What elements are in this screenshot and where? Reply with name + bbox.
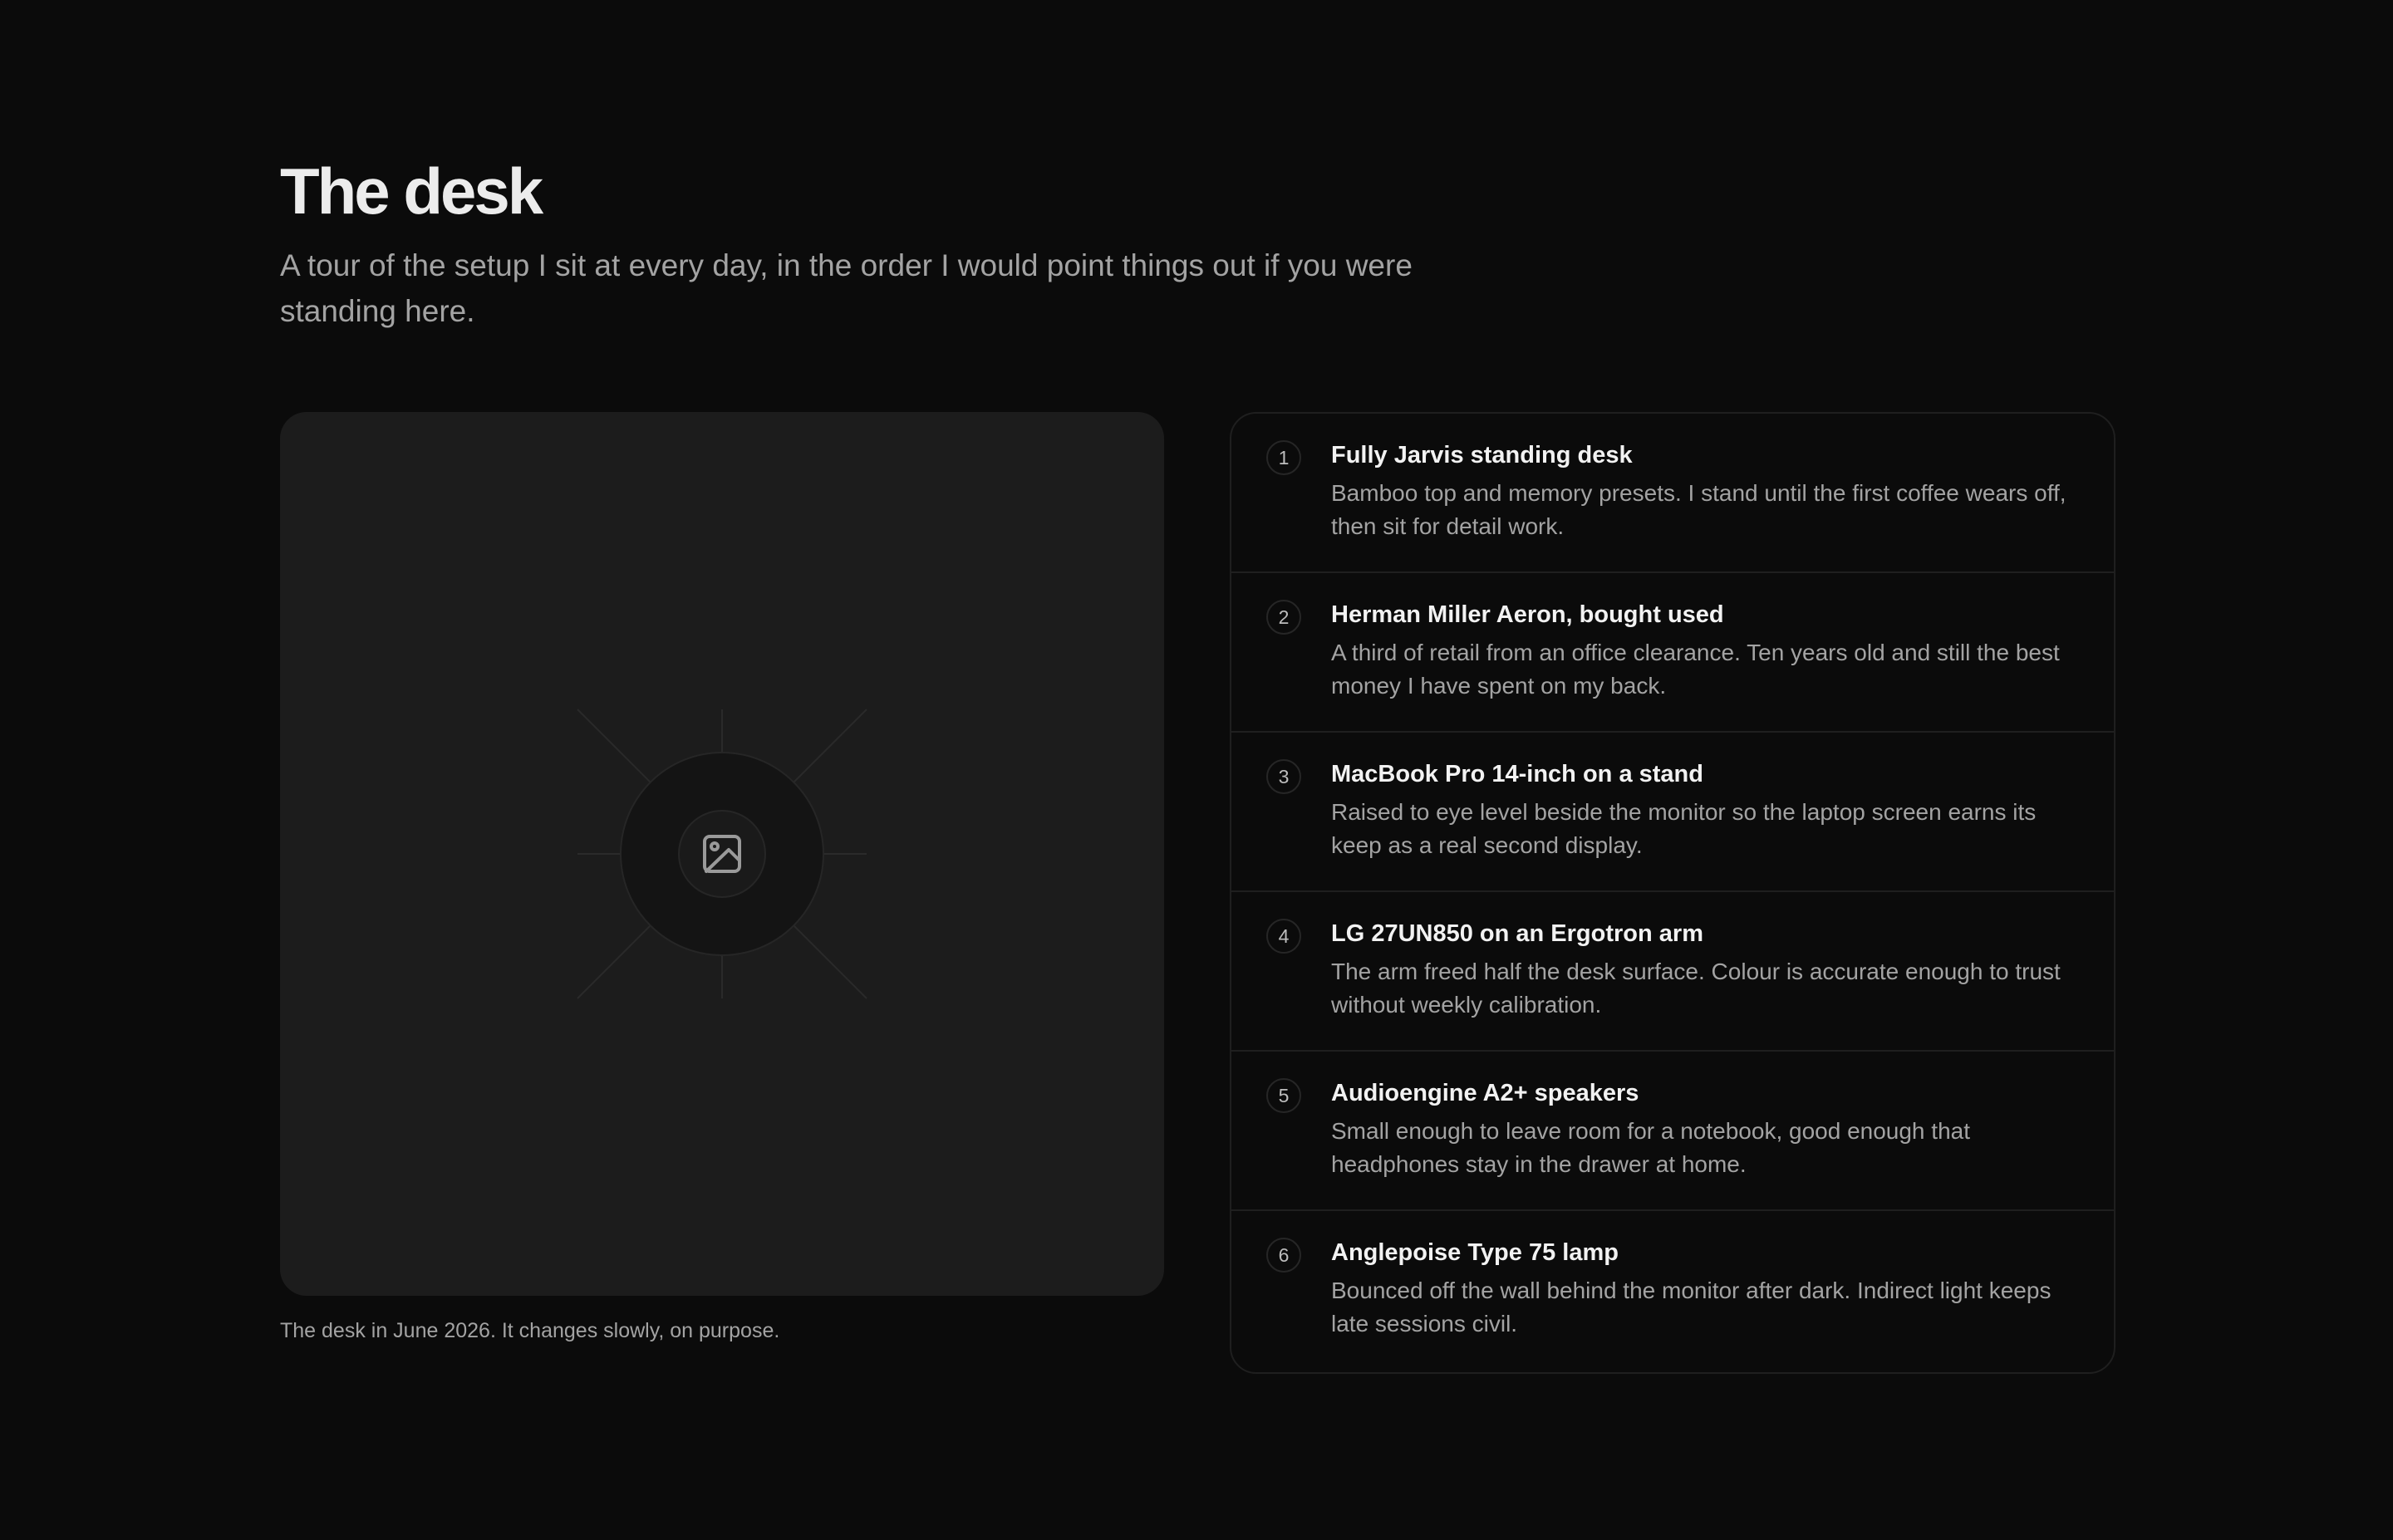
- item-text: Fully Jarvis standing desk Bamboo top an…: [1331, 439, 2079, 543]
- item-title: Anglepoise Type 75 lamp: [1331, 1239, 1619, 1266]
- item-title: Herman Miller Aeron, bought used: [1331, 601, 1724, 628]
- item-text: Herman Miller Aeron, bought used A third…: [1331, 598, 2079, 703]
- item-description: A third of retail from an office clearan…: [1331, 640, 2060, 699]
- item-description: The arm freed half the desk surface. Col…: [1331, 959, 2061, 1018]
- item-description: Raised to eye level beside the monitor s…: [1331, 799, 2037, 858]
- item-description: Bounced off the wall behind the monitor …: [1331, 1278, 2051, 1336]
- item-title: Audioengine A2+ speakers: [1331, 1080, 1639, 1106]
- desk-figure: The desk in June 2026. It changes slowly…: [280, 412, 1164, 1346]
- list-item: 1 Fully Jarvis standing desk Bamboo top …: [1231, 414, 2114, 573]
- item-text: MacBook Pro 14-inch on a stand Raised to…: [1331, 758, 2079, 862]
- item-text: LG 27UN850 on an Ergotron arm The arm fr…: [1331, 917, 2079, 1022]
- item-title: MacBook Pro 14-inch on a stand: [1331, 761, 1703, 787]
- page: The desk A tour of the setup I sit at ev…: [0, 0, 2393, 1540]
- item-text: Audioengine A2+ speakers Small enough to…: [1331, 1077, 2079, 1181]
- page-header: The desk A tour of the setup I sit at ev…: [280, 150, 1443, 334]
- item-text: Anglepoise Type 75 lamp Bounced off the …: [1331, 1236, 2079, 1341]
- list-item: 2 Herman Miller Aeron, bought used A thi…: [1231, 573, 2114, 733]
- page-title: The desk: [280, 154, 543, 228]
- item-number-badge: 5: [1266, 1078, 1301, 1113]
- image-placeholder: [280, 412, 1164, 1296]
- list-item: 3 MacBook Pro 14-inch on a stand Raised …: [1231, 733, 2114, 892]
- list-item: 5 Audioengine A2+ speakers Small enough …: [1231, 1052, 2114, 1211]
- page-subtitle: A tour of the setup I sit at every day, …: [280, 248, 1413, 328]
- list-item: 4 LG 27UN850 on an Ergotron arm The arm …: [1231, 892, 2114, 1052]
- item-number-badge: 4: [1266, 919, 1301, 954]
- desk-items-list: 1 Fully Jarvis standing desk Bamboo top …: [1230, 412, 2115, 1374]
- list-item: 6 Anglepoise Type 75 lamp Bounced off th…: [1231, 1211, 2114, 1372]
- figure-caption: The desk in June 2026. It changes slowly…: [280, 1319, 780, 1342]
- item-number-badge: 3: [1266, 759, 1301, 794]
- item-title: Fully Jarvis standing desk: [1331, 442, 1633, 468]
- item-number-badge: 6: [1266, 1238, 1301, 1273]
- item-number-badge: 2: [1266, 600, 1301, 635]
- item-description: Small enough to leave room for a noteboo…: [1331, 1118, 1970, 1177]
- image-placeholder-graphic: [577, 709, 867, 999]
- item-number-badge: 1: [1266, 440, 1301, 475]
- item-description: Bamboo top and memory presets. I stand u…: [1331, 480, 2066, 539]
- item-title: LG 27UN850 on an Ergotron arm: [1331, 920, 1703, 947]
